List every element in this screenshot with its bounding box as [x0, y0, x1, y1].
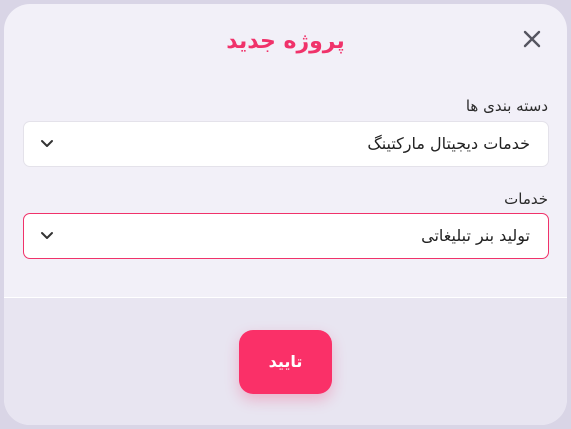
chevron-down-icon: [41, 140, 53, 147]
service-select-value: تولید بنر تبلیغاتی: [421, 226, 530, 245]
service-select[interactable]: تولید بنر تبلیغاتی: [23, 213, 549, 259]
service-label: خدمات: [504, 190, 548, 208]
chevron-down-icon: [41, 232, 53, 239]
category-label: دسته بندی ها: [465, 97, 548, 115]
category-select[interactable]: خدمات دیجیتال مارکتینگ: [23, 121, 549, 167]
close-button[interactable]: [520, 27, 544, 51]
close-icon: [523, 30, 541, 48]
modal-footer: تایید: [4, 297, 567, 425]
category-select-value: خدمات دیجیتال مارکتینگ: [367, 134, 530, 153]
new-project-modal: پروژه جدید دسته بندی ها خدمات دیجیتال ما…: [4, 4, 567, 425]
confirm-button[interactable]: تایید: [239, 330, 332, 394]
modal-header: پروژه جدید: [4, 4, 567, 80]
modal-title: پروژه جدید: [226, 29, 345, 54]
